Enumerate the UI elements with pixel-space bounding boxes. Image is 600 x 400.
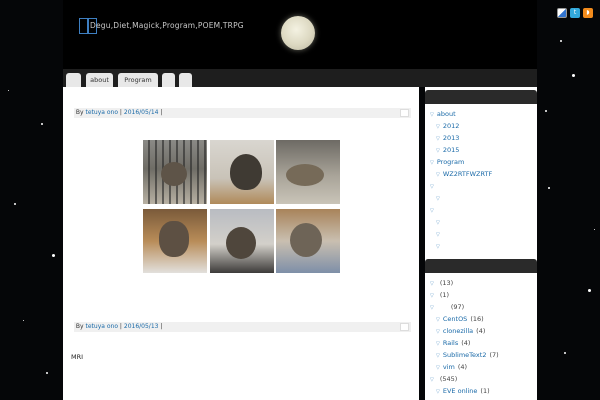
star xyxy=(545,110,547,112)
star xyxy=(572,74,575,77)
sidebar: ▽ about ▽ 2012 ▽ 2013 ▽ 2015 ▽ Program ▽ WZ2RT… xyxy=(425,87,537,400)
tab-5[interactable] xyxy=(179,73,192,87)
meta-sep: | xyxy=(119,109,122,116)
degu-photo[interactable] xyxy=(210,140,274,204)
chevron-down-icon: ▽ xyxy=(430,160,434,166)
post-meta: By tetuya ono | 2016/05/14 | xyxy=(74,108,411,118)
main-nav: about Program xyxy=(63,69,537,87)
chevron-down-icon: ▽ xyxy=(436,220,440,226)
category-item[interactable]: ▽ (1) xyxy=(430,291,449,299)
post-date-link[interactable]: 2016/05/13 xyxy=(124,323,159,330)
star xyxy=(23,320,24,321)
chevron-down-icon: ▽ xyxy=(430,293,434,299)
sidebar-tree-item[interactable]: ▽ xyxy=(436,230,443,238)
moon-image xyxy=(281,16,315,50)
sidebar-tree-item[interactable]: ▽ xyxy=(436,242,443,250)
category-item[interactable]: ▽ vim (4) xyxy=(436,363,467,371)
meta-sep: | xyxy=(160,109,163,116)
category-item[interactable]: ▽ (13) xyxy=(430,279,453,287)
chevron-down-icon: ▽ xyxy=(436,341,440,347)
degu-photo[interactable] xyxy=(143,209,207,273)
twitter-icon[interactable]: t xyxy=(570,8,580,18)
delicious-icon[interactable] xyxy=(557,8,567,18)
star xyxy=(41,123,43,125)
comment-button[interactable] xyxy=(400,109,409,117)
category-item[interactable]: ▽ Rails (4) xyxy=(436,339,470,347)
sidebar-tree-item[interactable]: ▽ xyxy=(430,182,437,190)
chevron-down-icon: ▽ xyxy=(436,124,440,130)
post-meta: By tetuya ono | 2016/05/13 | xyxy=(74,322,411,332)
tab-program[interactable]: Program xyxy=(118,73,158,87)
meta-sep: | xyxy=(160,323,163,330)
chevron-down-icon: ▽ xyxy=(436,172,440,178)
star xyxy=(8,90,9,91)
sidebar-tree-item[interactable]: ▽ 2015 xyxy=(436,146,459,154)
star xyxy=(52,254,55,257)
sidebar-tree-item[interactable]: ▽ Program xyxy=(430,158,464,166)
chevron-down-icon: ▽ xyxy=(436,365,440,371)
meta-sep: | xyxy=(119,323,122,330)
degu-photo[interactable] xyxy=(143,140,207,204)
star xyxy=(594,229,595,230)
chevron-down-icon: ▽ xyxy=(430,208,434,214)
sidebar-tree-item[interactable]: ▽ about xyxy=(430,110,456,118)
sidebar-tree-item[interactable]: ▽ xyxy=(430,206,437,214)
main-content: By tetuya ono | 2016/05/14 | By tetuya o… xyxy=(63,87,419,400)
chevron-down-icon: ▽ xyxy=(430,281,434,287)
chevron-down-icon: ▽ xyxy=(436,232,440,238)
star xyxy=(564,352,566,354)
post-date-link[interactable]: 2016/05/14 xyxy=(124,109,159,116)
chevron-down-icon: ▽ xyxy=(436,244,440,250)
rss-icon[interactable]: ◗ xyxy=(583,8,593,18)
social-links: t ◗ xyxy=(557,8,593,18)
chevron-down-icon: ▽ xyxy=(430,305,434,311)
star xyxy=(588,289,591,292)
site-title[interactable]: Degu,Diet,Magick,Program,POEM,TRPG xyxy=(90,21,244,30)
sidebar-tree-item[interactable]: ▽ WZ2RTFWZRTF xyxy=(436,170,492,178)
category-item[interactable]: ▽ clonezilla (4) xyxy=(436,327,485,335)
category-item[interactable]: ▽ (97) xyxy=(430,303,464,311)
sidebar-widget-header xyxy=(425,90,537,104)
chevron-down-icon: ▽ xyxy=(436,389,440,395)
chevron-down-icon: ▽ xyxy=(430,184,434,190)
tab-4[interactable] xyxy=(162,73,175,87)
chevron-down-icon: ▽ xyxy=(430,112,434,118)
category-item[interactable]: ▽ CentOS (16) xyxy=(436,315,484,323)
category-item[interactable]: ▽ EVE online (1) xyxy=(436,387,490,395)
sidebar-tree-item[interactable]: ▽ 2012 xyxy=(436,122,459,130)
site-header: Degu,Diet,Magick,Program,POEM,TRPG t ◗ xyxy=(63,0,593,69)
category-item[interactable]: ▽ (545) xyxy=(430,375,457,383)
post-body-text: MRI xyxy=(71,353,84,361)
chevron-down-icon: ▽ xyxy=(436,148,440,154)
meta-by: By xyxy=(75,109,84,116)
tab-about[interactable]: about xyxy=(86,73,113,87)
star xyxy=(14,203,16,205)
star xyxy=(560,40,562,42)
tab-home[interactable] xyxy=(66,73,81,87)
sidebar-tree-item[interactable]: ▽ 2013 xyxy=(436,134,459,142)
category-item[interactable]: ▽ SublimeText2 (7) xyxy=(436,351,499,359)
chevron-down-icon: ▽ xyxy=(436,317,440,323)
chevron-down-icon: ▽ xyxy=(436,196,440,202)
chevron-down-icon: ▽ xyxy=(436,353,440,359)
sidebar-tree-item[interactable]: ▽ xyxy=(436,194,443,202)
star xyxy=(46,372,48,374)
star xyxy=(548,187,550,189)
comment-button[interactable] xyxy=(400,323,409,331)
degu-photo[interactable] xyxy=(276,140,340,204)
degu-photo[interactable] xyxy=(210,209,274,273)
degu-photo[interactable] xyxy=(276,209,340,273)
chevron-down-icon: ▽ xyxy=(430,377,434,383)
post-author-link[interactable]: tetuya ono xyxy=(86,323,118,330)
sidebar-widget-header xyxy=(425,259,537,273)
chevron-down-icon: ▽ xyxy=(436,136,440,142)
chevron-down-icon: ▽ xyxy=(436,329,440,335)
post-author-link[interactable]: tetuya ono xyxy=(86,109,118,116)
meta-by: By xyxy=(75,323,84,330)
sidebar-tree-item[interactable]: ▽ xyxy=(436,218,443,226)
